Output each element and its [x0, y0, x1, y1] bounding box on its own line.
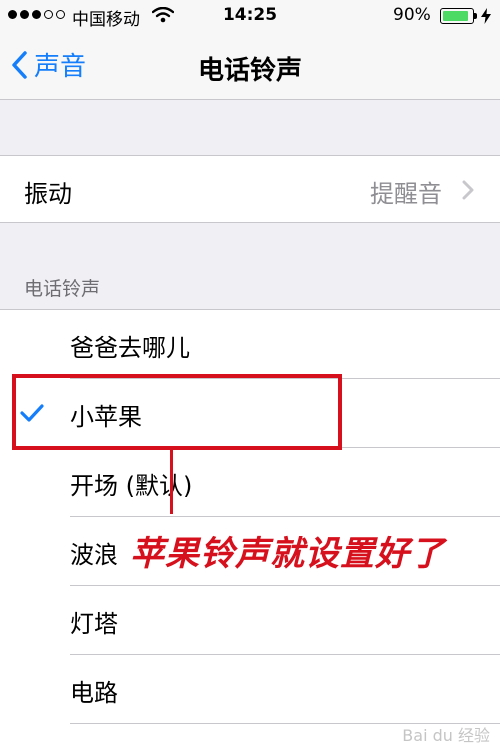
battery-percentage: 90%	[393, 5, 431, 25]
annotation-highlight-box	[12, 374, 342, 450]
status-bar: 中国移动 14:25 90%	[0, 0, 500, 32]
battery-nub	[474, 13, 477, 19]
ringtone-label: 波浪	[70, 541, 118, 569]
vibration-value: 提醒音	[370, 180, 442, 208]
vibration-label: 振动	[24, 180, 72, 208]
ringtone-item[interactable]: 爸爸去哪儿	[0, 310, 500, 379]
battery-level-fill	[443, 11, 469, 21]
chevron-right-icon	[462, 180, 474, 200]
page-title: 电话铃声	[197, 56, 302, 86]
ringtone-label: 爸爸去哪儿	[70, 334, 190, 362]
ringtone-label: 灯塔	[70, 610, 118, 638]
ringtone-item[interactable]: 灯塔	[0, 586, 500, 655]
annotation-pointer-line	[170, 450, 173, 514]
ringtone-label: 电路	[70, 679, 118, 707]
battery-icon	[440, 8, 474, 24]
watermark: Bai du 经验	[402, 726, 490, 745]
vibration-row[interactable]: 振动 提醒音	[0, 155, 500, 223]
annotation-text: 苹果铃声就设置好了	[130, 534, 445, 574]
section-header-ringtones: 电话铃声	[24, 278, 101, 300]
ringtone-item[interactable]: 电路	[0, 655, 500, 724]
ringtone-item[interactable]: 开场 (默认)	[0, 448, 500, 517]
charging-bolt-icon	[481, 8, 491, 24]
ringtone-label: 开场 (默认)	[70, 472, 193, 500]
navigation-bar: 声音 电话铃声	[0, 32, 500, 100]
